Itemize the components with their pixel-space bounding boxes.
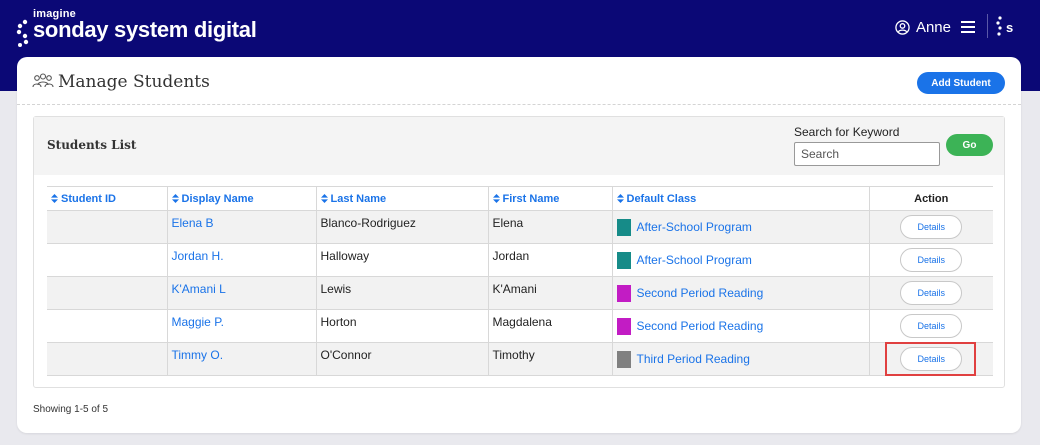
class-color-swatch xyxy=(616,251,631,269)
default-class-link[interactable]: Second Period Reading xyxy=(637,286,764,300)
column-header-student-id[interactable]: Student ID xyxy=(47,186,168,211)
user-circle-icon xyxy=(895,19,910,35)
card-header: Manage Students Add Student xyxy=(17,57,1021,105)
table-row: K'Amani L Lewis K'Amani Second Period Re… xyxy=(47,276,993,310)
class-color-swatch xyxy=(616,284,631,302)
student-id-cell xyxy=(47,243,168,277)
display-name-link[interactable]: Elena B xyxy=(172,216,312,230)
search-label: Search for Keyword xyxy=(794,125,900,139)
user-menu[interactable]: Anne xyxy=(895,16,975,38)
last-name-cell: O'Connor xyxy=(320,347,372,362)
details-button[interactable]: Details xyxy=(900,314,963,338)
last-name-cell: Horton xyxy=(320,314,357,329)
table-row: Timmy O. O'Connor Timothy Third Period R… xyxy=(47,342,993,376)
class-color-swatch xyxy=(616,350,631,368)
details-button[interactable]: Details xyxy=(900,281,963,305)
class-color-swatch xyxy=(616,317,631,335)
display-name-link[interactable]: Jordan H. xyxy=(172,249,312,263)
details-button[interactable]: Details xyxy=(900,248,963,272)
user-name: Anne xyxy=(915,18,951,36)
pagination-summary: Showing 1-5 of 5 xyxy=(33,404,109,415)
page-title: Manage Students xyxy=(58,72,210,92)
manage-students-card: Manage Students Add Student Students Lis… xyxy=(17,57,1021,433)
student-id-cell xyxy=(47,342,168,376)
column-header-default-class[interactable]: Default Class xyxy=(612,186,870,211)
details-button[interactable]: Details xyxy=(900,215,963,239)
svg-text:s: s xyxy=(1006,20,1013,35)
hamburger-menu-icon[interactable] xyxy=(961,21,975,33)
first-name-cell: Magdalena xyxy=(492,314,552,329)
sort-icon xyxy=(320,193,328,203)
sort-icon xyxy=(616,193,624,203)
default-class-link[interactable]: After-School Program xyxy=(637,253,752,267)
sort-icon xyxy=(492,193,500,203)
table-row: Jordan H. Halloway Jordan After-School P… xyxy=(47,243,993,277)
sort-icon xyxy=(51,193,58,203)
last-name-cell: Blanco-Rodriguez xyxy=(320,215,416,230)
first-name-cell: Timothy xyxy=(492,347,535,362)
sonday-s-icon[interactable]: s xyxy=(996,15,1018,39)
column-header-last-name[interactable]: Last Name xyxy=(316,186,489,211)
details-button[interactable]: Details xyxy=(900,347,963,371)
sonday-logo-mark-icon xyxy=(16,19,29,47)
column-header-display-name[interactable]: Display Name xyxy=(167,186,317,211)
brand-name[interactable]: sonday system digital xyxy=(33,17,257,43)
sort-icon xyxy=(171,193,179,203)
go-button[interactable]: Go xyxy=(946,134,993,156)
first-name-cell: Elena xyxy=(492,215,524,230)
default-class-link[interactable]: Second Period Reading xyxy=(637,319,764,333)
search-input[interactable] xyxy=(794,142,940,166)
students-list-header: Students List Search for Keyword Go xyxy=(34,117,1004,175)
table-header-row: Student ID Display Name Last Name First … xyxy=(47,186,993,211)
header-divider xyxy=(987,14,988,38)
table-row: Maggie P. Horton Magdalena Second Period… xyxy=(47,309,993,343)
student-id-cell xyxy=(47,309,168,343)
student-id-cell xyxy=(47,276,168,310)
default-class-link[interactable]: Third Period Reading xyxy=(637,352,750,366)
column-header-action: Action xyxy=(869,186,993,211)
table-row: Elena B Blanco-Rodriguez Elena After-Sch… xyxy=(47,210,993,244)
last-name-cell: Halloway xyxy=(320,248,370,263)
display-name-link[interactable]: Maggie P. xyxy=(172,315,312,329)
students-table: Student ID Display Name Last Name First … xyxy=(47,186,993,376)
display-name-link[interactable]: Timmy O. xyxy=(172,348,312,362)
students-list-title: Students List xyxy=(47,138,137,152)
students-group-icon xyxy=(32,73,54,88)
last-name-cell: Lewis xyxy=(320,281,352,296)
students-list-panel: Students List Search for Keyword Go Stud… xyxy=(33,116,1005,388)
add-student-button[interactable]: Add Student xyxy=(917,72,1005,94)
first-name-cell: Jordan xyxy=(492,248,530,263)
default-class-link[interactable]: After-School Program xyxy=(637,220,752,234)
class-color-swatch xyxy=(616,218,631,236)
first-name-cell: K'Amani xyxy=(492,281,537,296)
display-name-link[interactable]: K'Amani L xyxy=(172,282,312,296)
column-header-first-name[interactable]: First Name xyxy=(488,186,613,211)
student-id-cell xyxy=(47,210,168,244)
